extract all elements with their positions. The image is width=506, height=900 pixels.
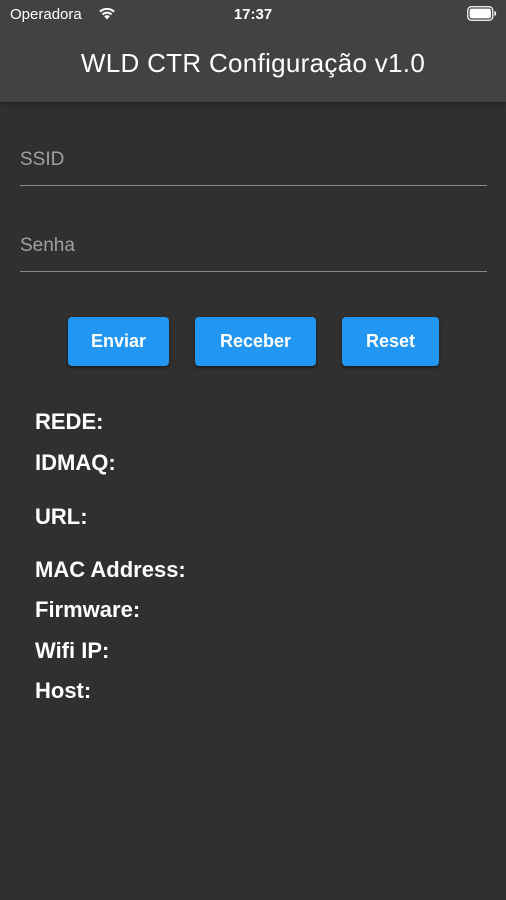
app-bar: Operadora 17:37 WLD CTR Configuração v1.… (0, 0, 506, 102)
status-time: 17:37 (233, 6, 273, 23)
page-title: WLD CTR Configuração v1.0 (80, 48, 426, 78)
password-input[interactable] (20, 235, 487, 257)
app-screen: Operadora 17:37 WLD CTR Configuração v1.… (0, 0, 506, 900)
password-field[interactable] (20, 212, 487, 272)
network-label: REDE: (35, 409, 104, 434)
wifi-ip-label: Wifi IP: (35, 638, 110, 663)
send-button[interactable]: Enviar (68, 317, 169, 366)
ssid-field[interactable] (20, 126, 487, 186)
receive-button[interactable]: Receber (195, 317, 316, 366)
status-bar: Operadora 17:37 (0, 0, 506, 30)
battery-full-icon (467, 6, 497, 21)
ssid-input[interactable] (20, 149, 487, 171)
mac-address-label: MAC Address: (35, 557, 186, 582)
reset-button[interactable]: Reset (342, 317, 439, 366)
url-label: URL: (35, 504, 88, 529)
firmware-label: Firmware: (35, 597, 141, 622)
host-label: Host: (35, 678, 92, 703)
machine-id-label: IDMAQ: (35, 450, 116, 475)
